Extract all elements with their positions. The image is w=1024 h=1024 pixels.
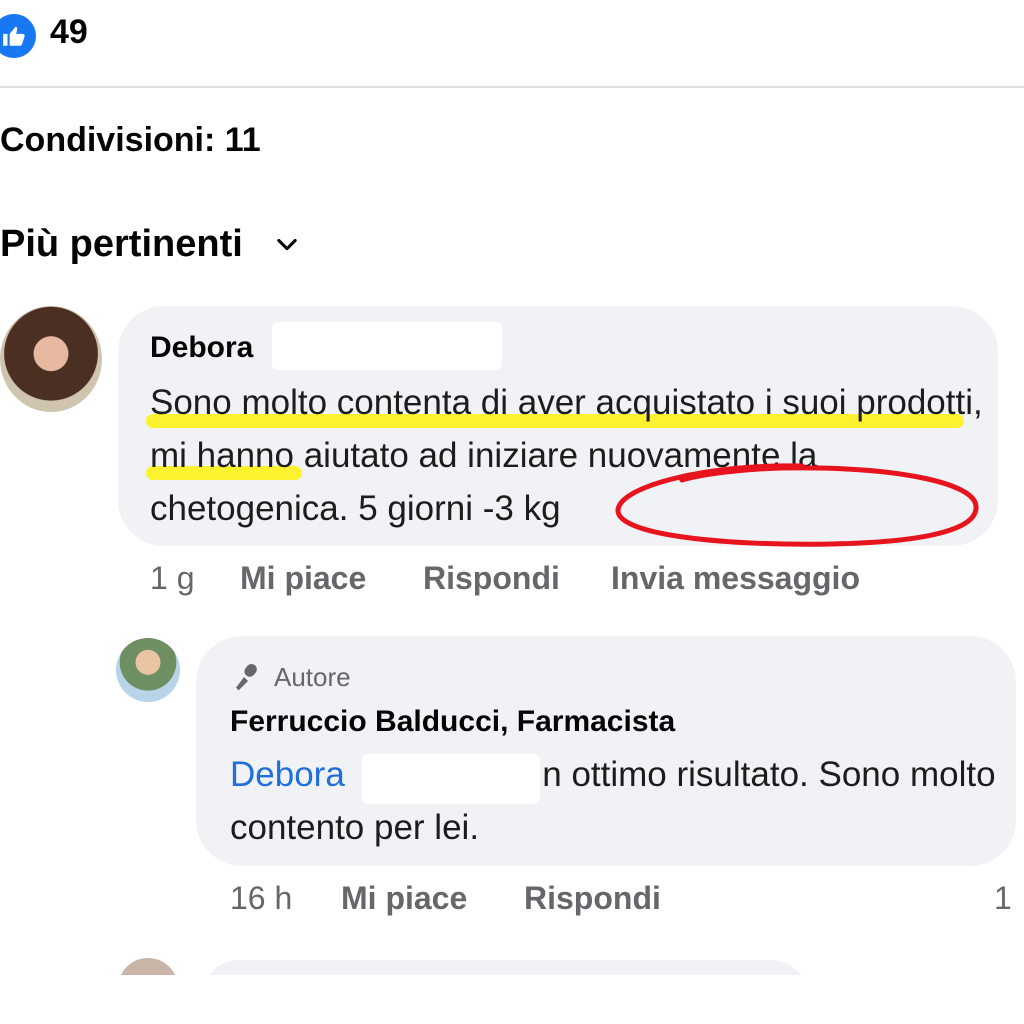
comment-time[interactable]: 1 g [150,558,194,598]
like-count[interactable]: 49 [50,12,88,52]
avatar[interactable] [116,638,180,702]
divider [0,86,1024,88]
chevron-down-icon [277,238,297,251]
send-message-button[interactable]: Invia messaggio [611,558,860,598]
microphone-icon [236,663,257,691]
reply-time[interactable]: 16 h [230,878,292,918]
author-badge: Autore [232,660,351,694]
shares-count[interactable]: Condivisioni: 11 [0,118,261,162]
mention-link[interactable]: Debora [230,755,345,794]
redaction-box [362,754,540,804]
red-circle-annotation [615,463,979,547]
author-badge-label: Autore [274,662,351,692]
reply-text: Debora un ottimo risultato. Sono molto co… [230,748,1000,854]
reply-button[interactable]: Rispondi [423,558,560,598]
redaction-box [272,322,502,370]
sort-dropdown[interactable]: Più pertinenti [0,220,301,268]
sort-label: Più pertinenti [0,223,243,265]
crop-edge [0,975,1024,1024]
thumbs-up-icon[interactable] [0,14,36,58]
comment-author[interactable]: Debora [150,328,253,368]
reply-author[interactable]: Ferruccio Balducci, Farmacista [230,702,675,742]
reply-button[interactable]: Rispondi [524,878,661,918]
reaction-count[interactable]: 1 [994,878,1012,918]
avatar[interactable] [0,306,102,412]
like-button[interactable]: Mi piace [341,878,467,918]
like-button[interactable]: Mi piace [240,558,366,598]
